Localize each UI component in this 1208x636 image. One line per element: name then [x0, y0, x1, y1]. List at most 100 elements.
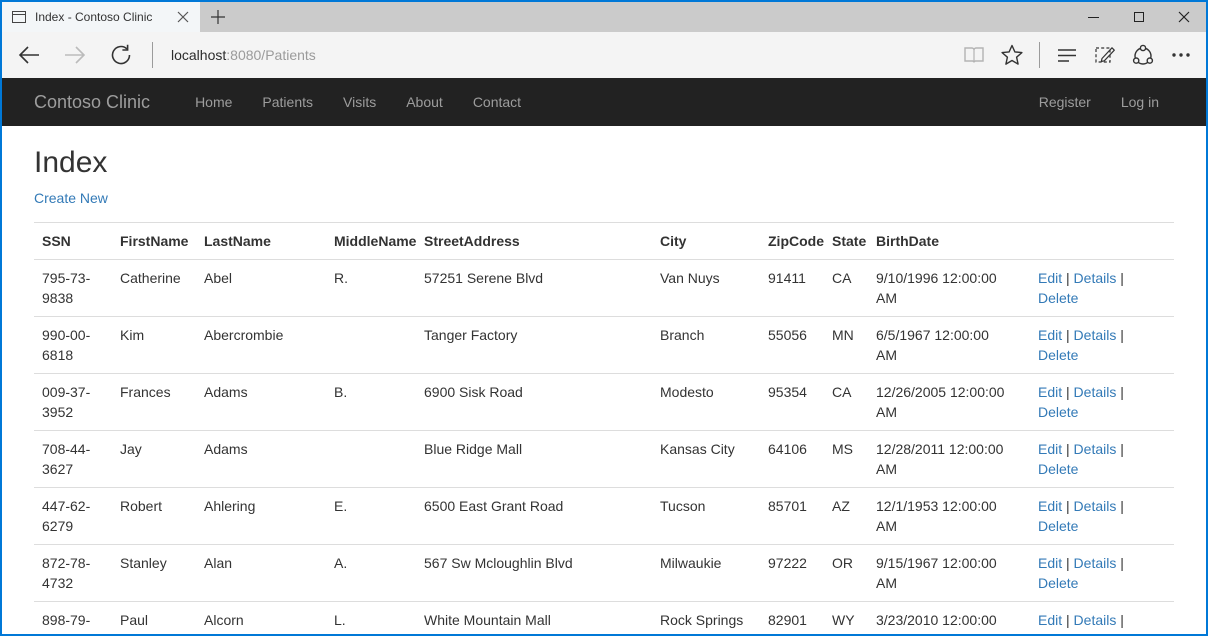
table-row: 898-79-8701PaulAlcornL.White Mountain Ma…	[34, 602, 1174, 636]
cell-birth-date: 9/10/1996 12:00:00 AM	[868, 260, 1030, 317]
cell-state: CA	[824, 374, 868, 431]
cell-last-name: Ahlering	[196, 488, 326, 545]
cell-street-address: Blue Ridge Mall	[416, 431, 652, 488]
cell-middle-name: E.	[326, 488, 416, 545]
cell-state: OR	[824, 545, 868, 602]
details-link[interactable]: Details	[1074, 327, 1117, 343]
delete-link[interactable]: Delete	[1038, 575, 1078, 591]
site-navbar: Contoso Clinic HomePatientsVisitsAboutCo…	[2, 78, 1206, 126]
hub-button[interactable]	[1048, 35, 1086, 75]
details-link[interactable]: Details	[1074, 612, 1117, 628]
refresh-button[interactable]	[98, 35, 144, 75]
column-header-city: City	[652, 223, 760, 260]
table-row: 009-37-3952FrancesAdamsB.6900 Sisk RoadM…	[34, 374, 1174, 431]
more-actions-button[interactable]	[1162, 35, 1200, 75]
patients-table-body: 795-73-9838CatherineAbelR.57251 Serene B…	[34, 260, 1174, 636]
cell-last-name: Adams	[196, 431, 326, 488]
cell-middle-name	[326, 431, 416, 488]
nav-link-log-in[interactable]: Log in	[1106, 78, 1174, 126]
cell-last-name: Adams	[196, 374, 326, 431]
edit-link[interactable]: Edit	[1038, 441, 1062, 457]
new-tab-button[interactable]	[200, 2, 236, 32]
cell-birth-date: 6/5/1967 12:00:00 AM	[868, 317, 1030, 374]
url-path: :8080/Patients	[226, 47, 316, 63]
browser-tab[interactable]: Index - Contoso Clinic	[2, 2, 200, 32]
nav-link-contact[interactable]: Contact	[458, 78, 536, 126]
forward-button[interactable]	[52, 35, 98, 75]
nav-account-links: RegisterLog in	[1024, 78, 1174, 126]
details-link[interactable]: Details	[1074, 384, 1117, 400]
reading-view-button[interactable]	[955, 35, 993, 75]
edit-link[interactable]: Edit	[1038, 612, 1062, 628]
back-button[interactable]	[6, 35, 52, 75]
delete-link[interactable]: Delete	[1038, 461, 1078, 477]
tab-close-icon[interactable]	[172, 6, 194, 28]
cell-state: MS	[824, 431, 868, 488]
url-host: localhost	[171, 47, 226, 63]
address-bar[interactable]: localhost:8080/Patients	[171, 47, 316, 63]
cell-first-name: Stanley	[112, 545, 196, 602]
cell-city: Modesto	[652, 374, 760, 431]
browser-titlebar: Index - Contoso Clinic	[2, 2, 1206, 32]
maximize-button[interactable]	[1116, 2, 1161, 32]
cell-street-address: 6500 East Grant Road	[416, 488, 652, 545]
cell-state: AZ	[824, 488, 868, 545]
nav-link-patients[interactable]: Patients	[247, 78, 328, 126]
table-row: 447-62-6279RobertAhleringE.6500 East Gra…	[34, 488, 1174, 545]
edit-link[interactable]: Edit	[1038, 555, 1062, 571]
create-new-link[interactable]: Create New	[34, 190, 108, 206]
web-note-button[interactable]	[1086, 35, 1124, 75]
nav-link-visits[interactable]: Visits	[328, 78, 391, 126]
delete-link[interactable]: Delete	[1038, 404, 1078, 420]
cell-street-address: Tanger Factory	[416, 317, 652, 374]
toolbar-divider	[152, 42, 153, 68]
delete-link[interactable]: Delete	[1038, 632, 1078, 636]
details-link[interactable]: Details	[1074, 555, 1117, 571]
back-arrow-icon	[16, 42, 42, 68]
cell-first-name: Frances	[112, 374, 196, 431]
column-header-firstname: FirstName	[112, 223, 196, 260]
toolbar-right-group	[955, 35, 1200, 75]
cell-street-address: 567 Sw Mcloughlin Blvd	[416, 545, 652, 602]
column-header-middlename: MiddleName	[326, 223, 416, 260]
details-link[interactable]: Details	[1074, 498, 1117, 514]
delete-link[interactable]: Delete	[1038, 518, 1078, 534]
cell-first-name: Paul	[112, 602, 196, 636]
web-note-pen-icon	[1093, 43, 1117, 67]
cell-actions: Edit | Details |Delete	[1030, 545, 1174, 602]
cell-ssn: 708-44-3627	[34, 431, 112, 488]
nav-link-home[interactable]: Home	[180, 78, 247, 126]
nav-link-about[interactable]: About	[391, 78, 458, 126]
cell-state: CA	[824, 260, 868, 317]
nav-link-register[interactable]: Register	[1024, 78, 1106, 126]
navbar-brand[interactable]: Contoso Clinic	[34, 92, 165, 113]
table-row: 990-00-6818KimAbercrombieTanger FactoryB…	[34, 317, 1174, 374]
refresh-icon	[108, 42, 134, 68]
edit-link[interactable]: Edit	[1038, 498, 1062, 514]
cell-ssn: 447-62-6279	[34, 488, 112, 545]
hub-lines-icon	[1055, 43, 1079, 67]
cell-last-name: Alan	[196, 545, 326, 602]
details-link[interactable]: Details	[1074, 441, 1117, 457]
cell-birth-date: 12/1/1953 12:00:00 AM	[868, 488, 1030, 545]
column-header-ssn: SSN	[34, 223, 112, 260]
cell-zip-code: 95354	[760, 374, 824, 431]
cell-city: Tucson	[652, 488, 760, 545]
minimize-button[interactable]	[1071, 2, 1116, 32]
close-button[interactable]	[1161, 2, 1206, 32]
edit-link[interactable]: Edit	[1038, 270, 1062, 286]
cell-street-address: White Mountain Mall	[416, 602, 652, 636]
delete-link[interactable]: Delete	[1038, 290, 1078, 306]
edit-link[interactable]: Edit	[1038, 327, 1062, 343]
cell-zip-code: 91411	[760, 260, 824, 317]
cell-ssn: 009-37-3952	[34, 374, 112, 431]
edit-link[interactable]: Edit	[1038, 384, 1062, 400]
cell-city: Branch	[652, 317, 760, 374]
titlebar-drag-area	[236, 2, 1071, 32]
favorites-button[interactable]	[993, 35, 1031, 75]
delete-link[interactable]: Delete	[1038, 347, 1078, 363]
details-link[interactable]: Details	[1074, 270, 1117, 286]
cell-middle-name: R.	[326, 260, 416, 317]
cell-zip-code: 97222	[760, 545, 824, 602]
share-button[interactable]	[1124, 35, 1162, 75]
